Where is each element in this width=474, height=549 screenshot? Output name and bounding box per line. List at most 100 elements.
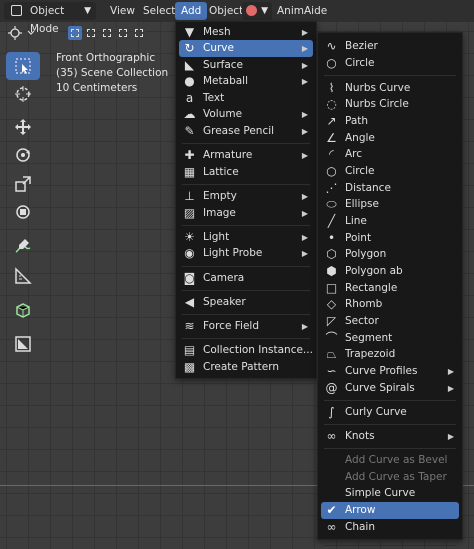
tool-cursor-button[interactable] xyxy=(6,80,40,108)
select-mode-extend-button[interactable] xyxy=(84,26,98,40)
curve-arc-item[interactable]: ◜ Arc xyxy=(321,146,459,163)
add-surface-item[interactable]: ◣ Surface ▶ xyxy=(179,57,313,74)
curve-path-item[interactable]: ↗ Path xyxy=(321,113,459,130)
curve-item-label: Ellipse xyxy=(345,198,379,210)
curve-nurbs-curve-item[interactable]: ⌇ Nurbs Curve xyxy=(321,80,459,97)
camera-frame-icon xyxy=(14,335,32,353)
add-create-pattern-item[interactable]: ▩ Create Pattern xyxy=(179,359,313,376)
add-camera-item[interactable]: ◙ Camera xyxy=(179,270,313,287)
curve-sector-item[interactable]: ◸ Sector xyxy=(321,313,459,330)
tool-move-button[interactable] xyxy=(6,113,40,141)
curve-curly-curve-item[interactable]: ∫ Curly Curve xyxy=(321,404,459,421)
tool-transform-button[interactable] xyxy=(6,198,40,226)
curve-nurbs-circle-item[interactable]: ◌ Nurbs Circle xyxy=(321,96,459,113)
submenu-arrow-icon: ▶ xyxy=(301,44,308,53)
select-box-icon xyxy=(14,57,32,75)
curve-distance-item[interactable]: ⋰ Distance xyxy=(321,180,459,197)
submenu-arrow-icon: ▶ xyxy=(301,127,308,136)
add-light-probe-item[interactable]: ◉ Light Probe ▶ xyxy=(179,245,313,262)
menu-separator xyxy=(324,545,456,546)
add-metaball-item[interactable]: ● Metaball ▶ xyxy=(179,73,313,90)
curve-item-label: Rhomb xyxy=(345,298,383,310)
pivot-point-dropdown[interactable] xyxy=(6,24,36,42)
segment-icon: ⌒ xyxy=(325,331,338,345)
select-mode-intersect-button[interactable] xyxy=(132,26,146,40)
tool-annotate-button[interactable] xyxy=(6,232,40,260)
collection-instance-icon: ▤ xyxy=(183,343,196,357)
select-mode-invert-button[interactable] xyxy=(116,26,130,40)
curve-profiles-icon: ∽ xyxy=(326,364,337,378)
add-curve-item[interactable]: ↻ Curve ▶ xyxy=(179,40,313,57)
sector-icon: ◸ xyxy=(326,314,337,328)
add-volume-item[interactable]: ☁ Volume ▶ xyxy=(179,106,313,123)
add-item-label: Grease Pencil xyxy=(203,125,275,137)
add-force-field-item[interactable]: ≋ Force Field ▶ xyxy=(179,318,313,335)
submenu-arrow-icon: ▶ xyxy=(301,322,308,331)
curve-arrow-item[interactable]: ✔ Arrow xyxy=(321,502,459,519)
curve-polygon-item[interactable]: ⬡ Polygon xyxy=(321,246,459,263)
ellipse-icon: ⬭ xyxy=(326,197,337,211)
curve-rectangle-item[interactable]: □ Rectangle xyxy=(321,280,459,297)
polygon-ab-icon: ⬢ xyxy=(326,264,337,278)
add-item-label: Empty xyxy=(203,190,237,202)
trapezoid-icon: ⏢ xyxy=(326,347,337,361)
submenu-arrow-icon: ▶ xyxy=(447,367,454,376)
curve-item-label: Polygon ab xyxy=(345,265,403,277)
nurbs-curve-icon: ⌇ xyxy=(328,81,335,95)
tool-scale-button[interactable] xyxy=(6,170,40,198)
curve-circle-item[interactable]: ○ Circle xyxy=(321,55,459,72)
curve-polygon-ab-item[interactable]: ⬢ Polygon ab xyxy=(321,263,459,280)
add-mesh-item[interactable]: ▼ Mesh ▶ xyxy=(179,24,313,41)
object-mode-icon xyxy=(11,5,22,16)
add-text-item[interactable]: a Text xyxy=(179,90,313,107)
light-probe-icon: ◉ xyxy=(184,246,195,260)
curve-item-label: Path xyxy=(345,115,369,127)
add-collection-instance-item[interactable]: ▤ Collection Instance... xyxy=(179,342,313,359)
curve-segment-item[interactable]: ⌒ Segment xyxy=(321,330,459,347)
add-light-item[interactable]: ☀ Light ▶ xyxy=(179,229,313,246)
menu-animaide[interactable]: AnimAide xyxy=(271,2,333,20)
tool-rotate-button[interactable] xyxy=(6,141,40,169)
curve-item-label: Curve Profiles xyxy=(345,365,418,377)
curve-point-item[interactable]: • Point xyxy=(321,230,459,247)
curve-add-curve-as-bevel-item: Add Curve as Bevel xyxy=(321,452,459,469)
tool-select-box-button[interactable] xyxy=(6,52,40,80)
add-empty-item[interactable]: ⊥ Empty ▶ xyxy=(179,188,313,205)
curve-chain-item[interactable]: ∞ Chain xyxy=(321,519,459,536)
curve-ellipse-item[interactable]: ⬭ Ellipse xyxy=(321,196,459,213)
curve-line-item[interactable]: ╱ Line xyxy=(321,213,459,230)
tool-camera-frame-button[interactable] xyxy=(6,330,40,358)
curve-trapezoid-item[interactable]: ⏢ Trapezoid xyxy=(321,346,459,363)
angle-icon: ∠ xyxy=(326,131,337,145)
menu-separator xyxy=(182,143,310,144)
add-speaker-item[interactable]: ◀ Speaker xyxy=(179,294,313,311)
menu-view[interactable]: View xyxy=(104,2,141,20)
curve-curve-profiles-item[interactable]: ∽ Curve Profiles ▶ xyxy=(321,363,459,380)
volume-icon: ☁ xyxy=(183,107,196,121)
select-mode-set-button[interactable] xyxy=(68,26,82,40)
add-lattice-item[interactable]: ▦ Lattice xyxy=(179,164,313,181)
menu-separator xyxy=(324,424,456,425)
add-grease-pencil-item[interactable]: ✎ Grease Pencil ▶ xyxy=(179,123,313,140)
curve-knots-item[interactable]: ∞ Knots ▶ xyxy=(321,428,459,445)
curve-bezier-item[interactable]: ∿ Bezier xyxy=(321,38,459,55)
select-mode-subtract-button[interactable] xyxy=(100,26,114,40)
add-armature-item[interactable]: ✚ Armature ▶ xyxy=(179,147,313,164)
tool-measure-button[interactable] xyxy=(6,262,40,290)
pivot-icon xyxy=(8,26,35,40)
add-item-label: Image xyxy=(203,207,236,219)
curve-rhomb-item[interactable]: ◇ Rhomb xyxy=(321,296,459,313)
object-mode-dropdown[interactable]: Object Mode ▼ xyxy=(4,2,96,35)
curve-item-label: Simple Curve xyxy=(345,487,416,499)
shading-dropdown[interactable]: ▼ xyxy=(242,2,272,20)
tool-add-cube-button[interactable] xyxy=(6,296,40,324)
curve-circle-item[interactable]: ○ Circle xyxy=(321,163,459,180)
curve-angle-item[interactable]: ∠ Angle xyxy=(321,130,459,147)
curve-curve-spirals-item[interactable]: @ Curve Spirals ▶ xyxy=(321,380,459,397)
add-image-item[interactable]: ▨ Image ▶ xyxy=(179,205,313,222)
menu-separator xyxy=(182,290,310,291)
polygon-icon: ⬡ xyxy=(326,247,337,261)
curve-simple-curve-item[interactable]: Simple Curve xyxy=(321,485,459,502)
add-item-label: Mesh xyxy=(203,26,231,38)
annotate-icon xyxy=(14,237,32,255)
